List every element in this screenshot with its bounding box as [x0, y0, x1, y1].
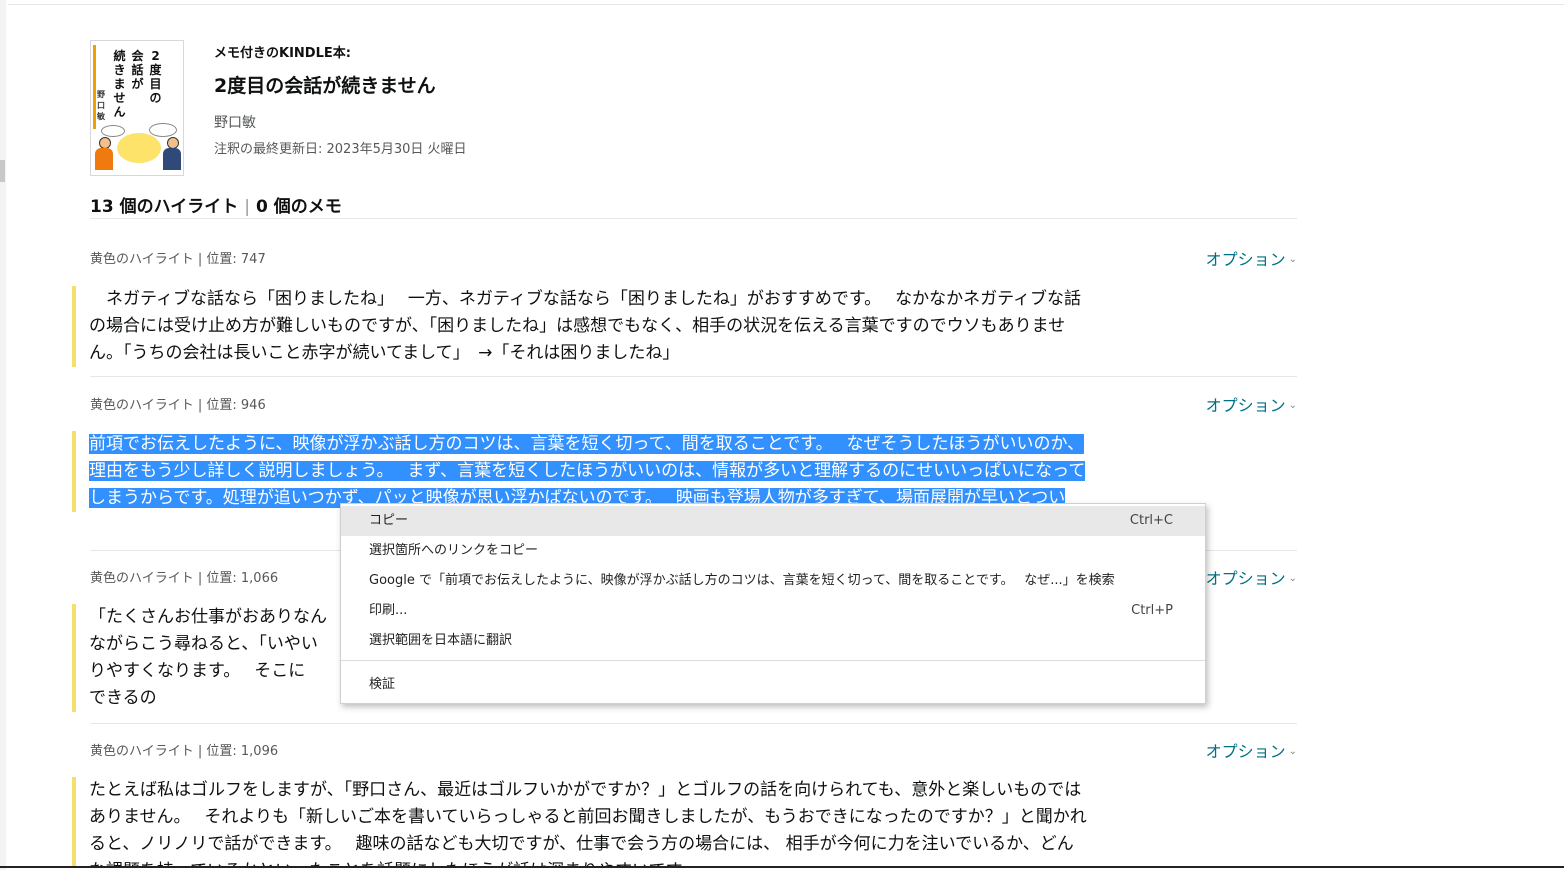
- highlight-info: 黄色のハイライト | 位置: 747: [90, 252, 266, 267]
- book-header: 2度目の 会話が 続きません 野口敏 メモ付きのKINDLE本: 2度目の会話が…: [90, 40, 1297, 180]
- cover-author: 野口敏: [97, 90, 105, 121]
- menu-item-label: Google で「前項でお伝えしたように、映像が浮かぶ話し方のコツは、言葉を短く…: [369, 573, 1115, 588]
- chevron-down-icon: ⌄: [1288, 573, 1297, 584]
- book-kicker: メモ付きのKINDLE本:: [214, 46, 351, 61]
- cover-title-col3: 続きません: [113, 49, 126, 119]
- context-menu: コピー Ctrl+C 選択箇所へのリンクをコピー Google で「前項でお伝え…: [340, 503, 1206, 704]
- top-divider: [8, 4, 1564, 5]
- chevron-down-icon: ⌄: [1288, 400, 1297, 411]
- book-meta: メモ付きのKINDLE本: 2度目の会話が続きません 野口敏 注釈の最終更新日:…: [214, 40, 467, 157]
- menu-item-inspect[interactable]: 検証: [341, 670, 1205, 700]
- highlight-text: ネガティブな話なら「困りましたね」 一方、ネガティブな話なら「困りましたね」がお…: [72, 286, 1089, 367]
- menu-item-shortcut: Ctrl+P: [1131, 603, 1173, 618]
- note-count: 0 個のメモ: [255, 197, 342, 217]
- menu-item-label: 印刷...: [369, 603, 408, 618]
- highlight-text: たとえば私はゴルフをしますが、「野口さん、最近はゴルフいかがですか？」とゴルフの…: [72, 777, 1089, 866]
- options-button[interactable]: オプション ⌄: [1206, 246, 1297, 270]
- options-button[interactable]: オプション ⌄: [1206, 392, 1297, 416]
- cover-accent: [93, 45, 96, 129]
- highlight-count: 13 個のハイライト: [90, 197, 239, 217]
- options-button[interactable]: オプション ⌄: [1206, 738, 1297, 762]
- menu-item-label: コピー: [369, 513, 409, 528]
- menu-item-copy[interactable]: コピー Ctrl+C: [341, 506, 1205, 536]
- menu-item-copy-link[interactable]: 選択箇所へのリンクをコピー: [341, 536, 1205, 566]
- highlight-text: 前項でお伝えしたように、映像が浮かぶ話し方のコツは、言葉を短く切って、間を取るこ…: [72, 431, 1089, 512]
- cover-speech-bubble: [101, 125, 125, 137]
- menu-item-label: 検証: [369, 677, 396, 692]
- book-cover[interactable]: 2度目の 会話が 続きません 野口敏: [90, 40, 184, 176]
- cover-center-bubble: [117, 133, 161, 163]
- cover-speech-bubble: [149, 123, 177, 137]
- page-scroll-gutter: [0, 0, 6, 870]
- selected-text[interactable]: 前項でお伝えしたように、映像が浮かぶ話し方のコツは、言葉を短く切って、間を取るこ…: [89, 434, 1086, 508]
- chevron-down-icon: ⌄: [1288, 254, 1297, 265]
- entry-divider: [90, 376, 1297, 377]
- menu-item-print[interactable]: 印刷... Ctrl+P: [341, 596, 1205, 626]
- highlight-info: 黄色のハイライト | 位置: 1,096: [90, 744, 279, 759]
- chevron-down-icon: ⌄: [1288, 746, 1297, 757]
- book-author: 野口敏: [214, 115, 256, 131]
- cover-title-col1: 2度目の: [149, 49, 162, 105]
- options-label: オプション: [1205, 569, 1286, 588]
- entry-divider: [90, 723, 1297, 724]
- menu-item-google-search[interactable]: Google で「前項でお伝えしたように、映像が浮かぶ話し方のコツは、言葉を短く…: [341, 566, 1205, 596]
- cover-title-col2: 会話が: [131, 49, 144, 91]
- last-updated: 注釈の最終更新日: 2023年5月30日 火曜日: [214, 142, 467, 157]
- cover-person-icon: [95, 137, 113, 171]
- highlight-info: 黄色のハイライト | 位置: 1,066: [90, 571, 279, 586]
- bottom-edge: [0, 866, 1564, 868]
- options-label: オプション: [1205, 250, 1286, 269]
- menu-item-label: 選択範囲を日本語に翻訳: [369, 633, 513, 648]
- highlight-info: 黄色のハイライト | 位置: 946: [90, 398, 266, 413]
- menu-separator: [341, 660, 1205, 661]
- menu-item-shortcut: Ctrl+C: [1129, 513, 1173, 528]
- annotation-counts: 13 個のハイライト | 0 個のメモ: [90, 192, 1297, 219]
- menu-item-label: 選択箇所へのリンクをコピー: [369, 543, 539, 558]
- options-label: オプション: [1205, 396, 1286, 415]
- book-title: 2度目の会話が続きません: [214, 75, 436, 97]
- scroll-thumb[interactable]: [0, 160, 5, 182]
- menu-item-translate[interactable]: 選択範囲を日本語に翻訳: [341, 626, 1205, 656]
- options-label: オプション: [1205, 742, 1286, 761]
- cover-person-icon: [163, 137, 181, 171]
- count-separator: |: [244, 197, 250, 217]
- options-button[interactable]: オプション ⌄: [1206, 565, 1297, 589]
